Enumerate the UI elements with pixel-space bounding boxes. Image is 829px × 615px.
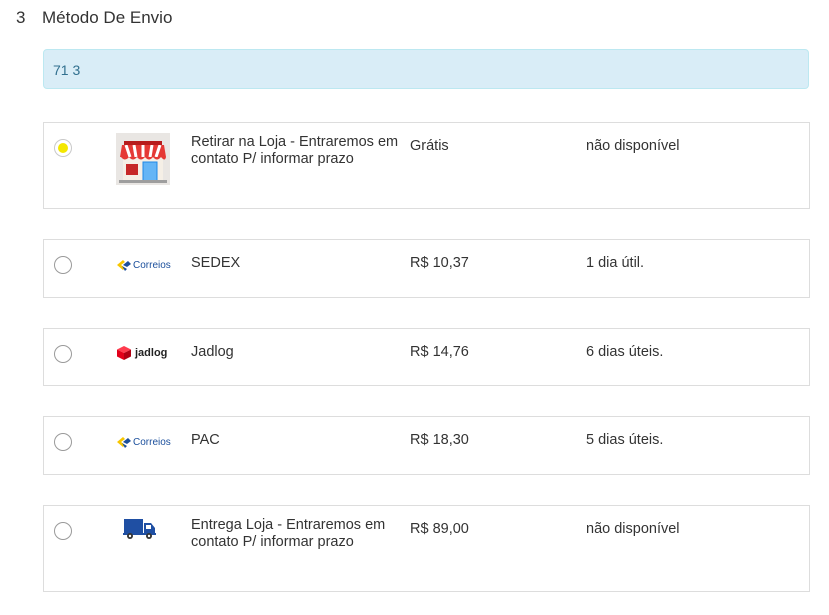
shipping-radio-pac[interactable] xyxy=(54,433,72,451)
shipping-option-pac[interactable]: Correios PAC R$ 18,30 5 dias úteis. xyxy=(43,416,810,475)
shipping-eta-pac: 5 dias úteis. xyxy=(586,432,664,448)
shipping-eta-store-pickup: não disponível xyxy=(586,138,680,154)
shipping-name-sedex: SEDEX xyxy=(191,255,241,271)
shipping-radio-sedex[interactable] xyxy=(54,256,72,274)
shipping-radio-store-delivery[interactable] xyxy=(54,522,72,540)
shipping-price-sedex: R$ 10,37 xyxy=(410,255,469,271)
shipping-eta-jadlog: 6 dias úteis. xyxy=(586,344,664,360)
shipping-price-store-delivery: R$ 89,00 xyxy=(410,521,469,537)
jadlog-logo: jadlog xyxy=(116,345,167,361)
shipping-name-store-pickup: Retirar na Loja - Entraremos em contato … xyxy=(191,134,399,167)
shipping-name-pac: PAC xyxy=(191,432,220,448)
correios-mark-icon xyxy=(117,260,131,271)
shipping-price-store-pickup: Grátis xyxy=(410,138,449,154)
shipping-name-store-delivery: Entrega Loja - Entraremos em contato P/ … xyxy=(191,517,386,550)
shipping-option-jadlog[interactable]: jadlog Jadlog R$ 14,76 6 dias úteis. xyxy=(43,328,810,386)
zip-value: 71 3 xyxy=(53,62,81,78)
shipping-price-pac: R$ 18,30 xyxy=(410,432,469,448)
shipping-option-store-delivery[interactable]: Entrega Loja - Entraremos em contato P/ … xyxy=(43,505,810,592)
delivery-truck-icon xyxy=(123,516,157,544)
correios-logo: Correios xyxy=(116,258,171,272)
jadlog-logo-text: jadlog xyxy=(135,347,168,359)
shipping-eta-sedex: 1 dia útil. xyxy=(586,255,645,271)
shipping-price-jadlog: R$ 14,76 xyxy=(410,344,469,360)
shipping-method-page: 3 Método De Envio 71 3 Retirar na Loja -… xyxy=(0,0,829,615)
step-number: 3 xyxy=(16,8,26,27)
section-title: Método De Envio xyxy=(42,8,173,27)
section-header: 3 Método De Envio xyxy=(16,8,172,28)
zip-info-alert: 71 3 xyxy=(43,49,809,89)
store-icon xyxy=(116,133,170,189)
shipping-radio-store-pickup[interactable] xyxy=(54,139,72,157)
shipping-name-jadlog: Jadlog xyxy=(191,344,234,360)
shipping-option-sedex[interactable]: Correios SEDEX R$ 10,37 1 dia útil. xyxy=(43,239,810,298)
correios-logo-text: Correios xyxy=(133,436,171,448)
shipping-radio-jadlog[interactable] xyxy=(54,345,72,363)
correios-logo: Correios xyxy=(116,435,171,449)
correios-logo-text: Correios xyxy=(133,259,171,271)
shipping-option-store-pickup[interactable]: Retirar na Loja - Entraremos em contato … xyxy=(43,122,810,209)
jadlog-cube-icon xyxy=(117,346,131,360)
correios-mark-icon xyxy=(117,437,131,448)
shipping-eta-store-delivery: não disponível xyxy=(586,521,680,537)
